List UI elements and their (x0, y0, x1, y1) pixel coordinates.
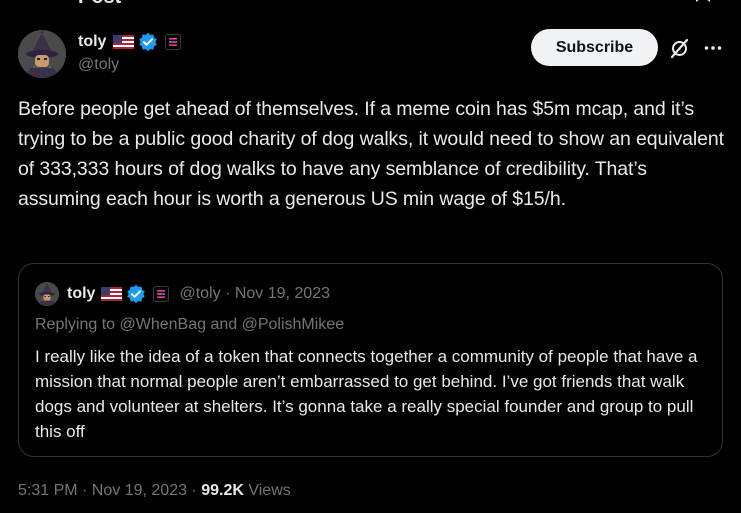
tweet-timestamp[interactable]: 5:31 PM · Nov 19, 2023 · (18, 482, 201, 500)
wizard-avatar-icon (18, 30, 66, 78)
verified-badge-icon[interactable] (138, 32, 158, 52)
verified-badge-icon[interactable] (126, 284, 146, 304)
quoted-display-name[interactable]: toly (67, 285, 95, 303)
quoted-reply-context: Replying to @WhenBag and @PolishMikee (35, 316, 345, 333)
tweet-text: Before people get ahead of themselves. I… (18, 98, 724, 210)
author-name-row: toly (78, 32, 182, 52)
us-flag-icon (113, 35, 135, 49)
views-label: Views (243, 482, 291, 499)
quoted-tweet-card[interactable]: toly @toly · Nov 19, 2023 Replying to @W… (18, 263, 723, 457)
quoted-tweet-text: I really like the idea of a token that c… (35, 347, 698, 441)
quoted-avatar[interactable] (35, 282, 59, 306)
subscribe-button[interactable]: Subscribe (531, 29, 658, 66)
affiliate-badge-icon[interactable] (153, 286, 170, 302)
avatar[interactable] (18, 30, 66, 78)
affiliate-badge-icon[interactable] (165, 34, 182, 50)
wizard-avatar-icon (35, 282, 59, 306)
top-bar: Post (0, 0, 741, 8)
more-icon[interactable] (703, 38, 723, 58)
page-title: Post (78, 0, 121, 9)
author-display-name[interactable]: toly (78, 33, 106, 51)
bookmark-icon[interactable] (694, 0, 712, 2)
tweet-footer: 5:31 PM · Nov 19, 2023 · 99.2K Views (18, 482, 291, 500)
us-flag-icon (101, 287, 123, 301)
author-handle[interactable]: @toly (78, 56, 119, 74)
views-count: 99.2K (201, 482, 244, 499)
quoted-handle-and-date: @toly · Nov 19, 2023 (179, 285, 330, 302)
grok-icon[interactable] (669, 38, 690, 59)
quoted-tweet-header: toly @toly · Nov 19, 2023 (35, 282, 330, 306)
